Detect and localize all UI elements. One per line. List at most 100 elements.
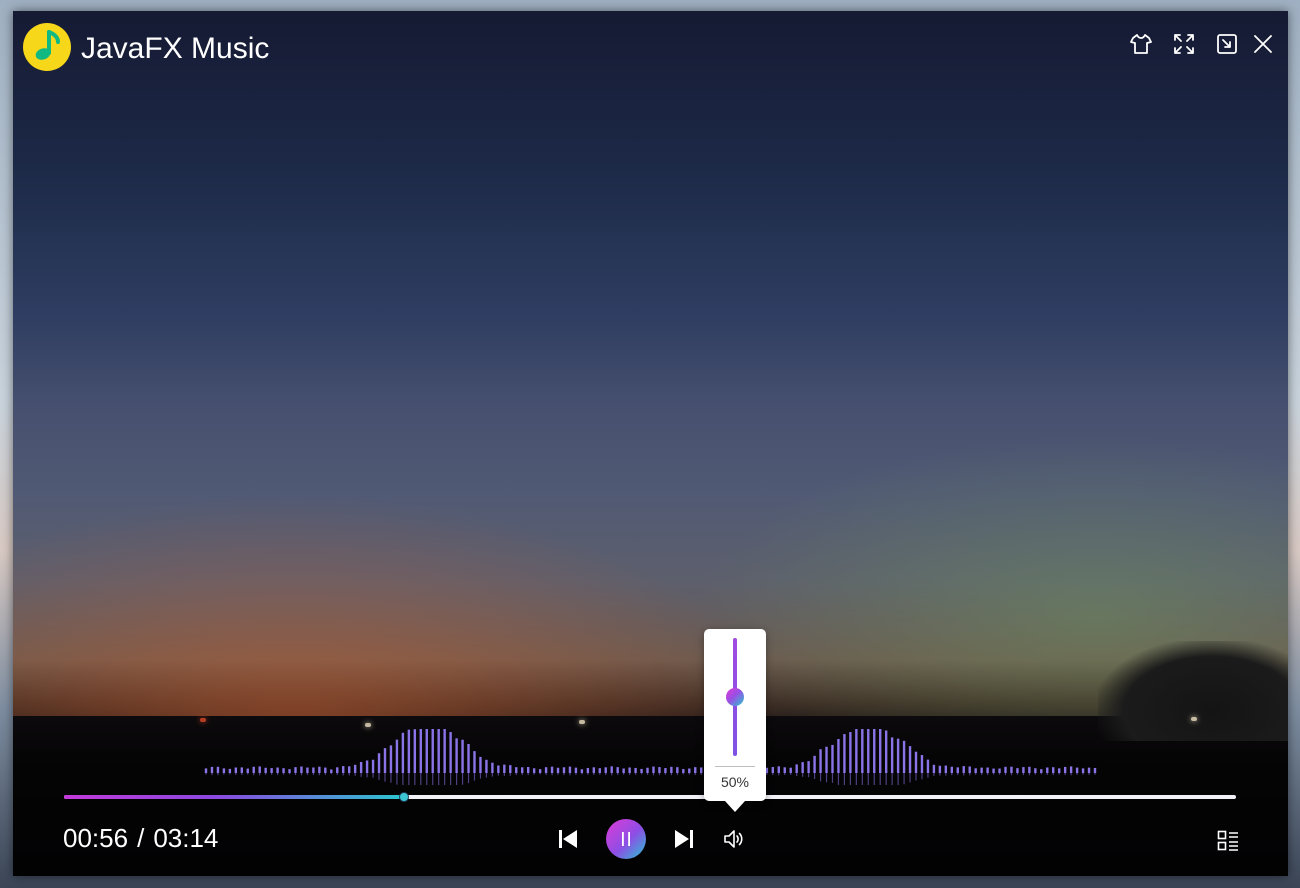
spectrum-bar-reflection (664, 773, 667, 775)
spectrum-bar-reflection (205, 773, 207, 775)
volume-slider-thumb[interactable] (726, 688, 744, 706)
spectrum-bar-reflection (414, 773, 416, 785)
close-button[interactable] (1248, 29, 1278, 59)
spectrum-bar (1016, 768, 1019, 773)
spectrum-bar-reflection (766, 773, 768, 775)
spectrum-bar-reflection (813, 773, 816, 780)
spectrum-bar-reflection (235, 773, 237, 775)
player-window: JavaFX Music 00:56/03:14 50% (13, 11, 1288, 876)
tshirt-icon (1130, 34, 1152, 54)
volume-icon (724, 830, 743, 848)
time-separator: / (137, 823, 145, 853)
progress-thumb[interactable] (398, 792, 409, 802)
spectrum-bar (353, 764, 357, 773)
spectrum-bar-reflection (634, 773, 637, 775)
spectrum-bar-reflection (784, 773, 786, 775)
audio-spectrum (204, 729, 1097, 785)
spectrum-bar (437, 729, 440, 773)
spectrum-bar-reflection (551, 773, 553, 776)
spectrum-bar (634, 767, 637, 773)
spectrum-bar (1034, 768, 1037, 773)
spectrum-bar (1081, 768, 1085, 773)
spectrum-bar-reflection (533, 773, 535, 775)
volume-percentage: 50% (720, 774, 750, 790)
spectrum-bar (509, 765, 512, 773)
play-pause-button[interactable] (606, 819, 646, 859)
previous-track-button[interactable] (553, 824, 583, 854)
spectrum-bar (240, 767, 243, 773)
spectrum-bar (980, 767, 983, 773)
spectrum-bar-reflection (682, 773, 684, 775)
spectrum-bar (777, 766, 780, 773)
spectrum-bar-reflection (539, 773, 541, 775)
volume-divider (715, 766, 755, 767)
spectrum-bar (276, 767, 279, 773)
spectrum-bar-reflection (1094, 773, 1096, 775)
background-light (200, 718, 206, 722)
spectrum-bar-reflection (265, 773, 267, 775)
playlist-button[interactable] (1213, 825, 1243, 855)
spectrum-bar-reflection (455, 773, 458, 785)
spectrum-bar (497, 765, 500, 773)
skin-button[interactable] (1126, 29, 1156, 59)
spectrum-bar (902, 740, 906, 773)
spectrum-bar (336, 767, 339, 773)
spectrum-bar-reflection (1004, 773, 1007, 776)
next-track-button[interactable] (669, 824, 699, 854)
spectrum-bar (1046, 767, 1049, 773)
spectrum-bar (831, 744, 834, 773)
spectrum-bar (855, 729, 858, 773)
spectrum-bar (312, 767, 315, 773)
volume-button[interactable] (719, 825, 747, 853)
spectrum-bar-reflection (903, 773, 905, 785)
spectrum-bar (461, 739, 464, 773)
spectrum-bar-reflection (790, 773, 792, 775)
spectrum-bar (795, 764, 798, 773)
spectrum-bar (765, 767, 769, 773)
spectrum-bar-reflection (700, 773, 702, 775)
spectrum-bar (950, 766, 954, 773)
fullscreen-button[interactable] (1169, 29, 1199, 59)
spectrum-bar (580, 769, 584, 773)
spectrum-bar (503, 764, 506, 773)
spectrum-bar-reflection (497, 773, 499, 776)
spectrum-bar-reflection (426, 773, 428, 785)
spectrum-bar (956, 767, 959, 773)
spectrum-bar-reflection (975, 773, 977, 775)
spectrum-bar-reflection (778, 773, 780, 776)
spectrum-bar-reflection (432, 773, 434, 785)
spectrum-bar (688, 768, 691, 773)
background-trees (1098, 641, 1288, 741)
spectrum-bar-reflection (581, 773, 583, 775)
spectrum-bar (896, 738, 900, 773)
spectrum-bar (801, 762, 804, 773)
spectrum-bar (807, 761, 810, 773)
spectrum-bar (491, 762, 494, 773)
spectrum-bar (246, 768, 249, 773)
spectrum-bar (873, 729, 876, 773)
spectrum-bar-reflection (241, 773, 243, 775)
spectrum-bar (521, 767, 524, 773)
minimize-to-corner-icon (1217, 34, 1237, 54)
spectrum-bar-reflection (587, 773, 589, 775)
spectrum-bar-reflection (1034, 773, 1036, 775)
skip-next-icon (675, 830, 693, 848)
spectrum-bar-reflection (1028, 773, 1030, 776)
spectrum-bar-reflection (479, 773, 482, 779)
spectrum-bar-reflection (640, 773, 643, 775)
spectrum-bar (646, 767, 649, 773)
spectrum-bar (258, 766, 261, 773)
spectrum-bar (968, 766, 971, 773)
spectrum-bar-reflection (467, 773, 470, 784)
spectrum-bar-reflection (599, 773, 601, 775)
spectrum-bar-reflection (306, 773, 309, 775)
spectrum-bar-reflection (282, 773, 285, 775)
spectrum-bar (1093, 767, 1097, 773)
spectrum-bar (849, 732, 852, 773)
app-title: JavaFX Music (81, 32, 270, 65)
progress-bar[interactable] (64, 792, 1236, 802)
spectrum-bar-reflection (873, 773, 875, 785)
minimize-button[interactable] (1212, 29, 1242, 59)
spectrum-bar-reflection (897, 773, 899, 785)
spectrum-bar (819, 749, 822, 773)
